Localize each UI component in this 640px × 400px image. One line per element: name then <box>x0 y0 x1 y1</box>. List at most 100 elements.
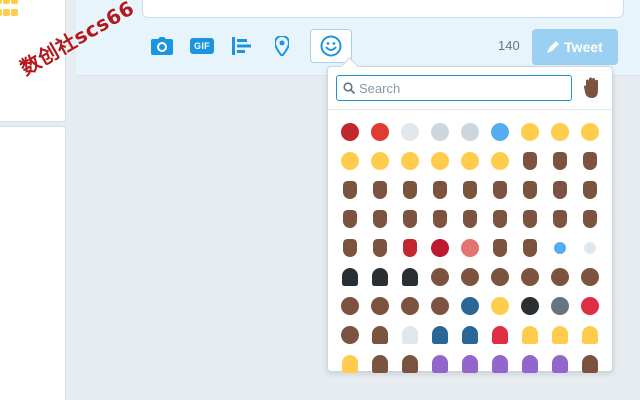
emoji-option[interactable] <box>456 262 483 291</box>
location-button[interactable] <box>262 29 302 63</box>
emoji-option[interactable] <box>366 204 393 233</box>
emoji-option[interactable] <box>546 262 573 291</box>
emoji-option[interactable] <box>456 349 483 378</box>
emoji-option[interactable] <box>366 233 393 262</box>
gif-button[interactable]: GIF <box>182 29 222 63</box>
emoji-search-input[interactable] <box>359 80 559 96</box>
emoji-option[interactable] <box>426 291 453 320</box>
emoji-option[interactable] <box>426 349 453 378</box>
emoji-option[interactable] <box>336 262 363 291</box>
emoji-option[interactable] <box>336 349 363 378</box>
emoji-option[interactable] <box>576 204 603 233</box>
emoji-option[interactable] <box>456 175 483 204</box>
emoji-option[interactable] <box>366 175 393 204</box>
emoji-option[interactable] <box>396 291 423 320</box>
emoji-option[interactable] <box>486 117 513 146</box>
emoji-option[interactable] <box>396 175 423 204</box>
emoji-option[interactable] <box>576 291 603 320</box>
construction-worker-icon <box>490 296 509 315</box>
emoji-option[interactable] <box>576 262 603 291</box>
tweet-button[interactable]: Tweet <box>532 29 618 65</box>
emoji-button[interactable] <box>310 29 352 63</box>
emoji-option[interactable] <box>546 320 573 349</box>
emoji-option[interactable] <box>546 349 573 378</box>
emoji-option[interactable] <box>366 320 393 349</box>
emoji-option[interactable] <box>456 320 483 349</box>
emoji-option[interactable] <box>576 146 603 175</box>
ok-hand-icon <box>492 180 507 199</box>
emoji-option[interactable] <box>426 262 453 291</box>
emoji-option[interactable] <box>366 146 393 175</box>
emoji-option[interactable] <box>396 146 423 175</box>
emoji-option[interactable] <box>546 204 573 233</box>
emoji-option[interactable] <box>336 175 363 204</box>
emoji-option[interactable] <box>396 262 423 291</box>
emoji-option[interactable] <box>396 320 423 349</box>
emoji-option[interactable] <box>516 349 543 378</box>
emoji-option[interactable] <box>366 262 393 291</box>
emoji-option[interactable] <box>366 291 393 320</box>
emoji-option[interactable] <box>516 204 543 233</box>
emoji-option[interactable] <box>396 233 423 262</box>
emoji-option[interactable] <box>396 349 423 378</box>
skin-tone-selector[interactable] <box>582 76 602 100</box>
photo-button[interactable] <box>142 29 182 63</box>
emoji-option[interactable] <box>516 291 543 320</box>
emoji-option[interactable] <box>426 175 453 204</box>
bunny-dancers-icon <box>521 325 538 344</box>
emoji-option[interactable] <box>426 204 453 233</box>
eyes-icon <box>583 241 596 254</box>
emoji-option[interactable] <box>366 117 393 146</box>
emoji-option[interactable] <box>546 117 573 146</box>
emoji-option[interactable] <box>456 204 483 233</box>
emoji-option[interactable] <box>456 233 483 262</box>
emoji-option[interactable] <box>516 320 543 349</box>
emoji-option[interactable] <box>456 291 483 320</box>
emoji-option[interactable] <box>576 320 603 349</box>
emoji-option[interactable] <box>336 146 363 175</box>
emoji-option[interactable] <box>426 233 453 262</box>
emoji-option[interactable] <box>396 204 423 233</box>
emoji-option[interactable] <box>516 117 543 146</box>
emoji-option[interactable] <box>486 262 513 291</box>
emoji-option[interactable] <box>546 233 573 262</box>
emoji-option[interactable] <box>336 117 363 146</box>
emoji-option[interactable] <box>576 117 603 146</box>
emoji-option[interactable] <box>516 175 543 204</box>
emoji-option[interactable] <box>576 233 603 262</box>
cat-smile-icon <box>520 122 539 141</box>
man-icon <box>520 267 539 286</box>
poll-button[interactable] <box>222 29 262 63</box>
emoji-option[interactable] <box>336 320 363 349</box>
emoji-option[interactable] <box>486 204 513 233</box>
emoji-option[interactable] <box>456 117 483 146</box>
emoji-option[interactable] <box>546 146 573 175</box>
emoji-option[interactable] <box>486 291 513 320</box>
emoji-option[interactable] <box>426 320 453 349</box>
emoji-option[interactable] <box>456 146 483 175</box>
emoji-option[interactable] <box>516 262 543 291</box>
emoji-option[interactable] <box>426 117 453 146</box>
emoji-option[interactable] <box>336 204 363 233</box>
emoji-option[interactable] <box>396 117 423 146</box>
emoji-option[interactable] <box>486 320 513 349</box>
tweet-text-area[interactable] <box>142 0 624 18</box>
emoji-option[interactable] <box>336 291 363 320</box>
emoji-option[interactable] <box>486 146 513 175</box>
emoji-option[interactable] <box>486 349 513 378</box>
emoji-option[interactable] <box>576 349 603 378</box>
emoji-option[interactable] <box>366 349 393 378</box>
emoji-option[interactable] <box>546 291 573 320</box>
emoji-option[interactable] <box>576 175 603 204</box>
wave-icon <box>582 151 597 170</box>
ear-icon <box>492 238 507 257</box>
emoji-option[interactable] <box>486 233 513 262</box>
emoji-option[interactable] <box>486 175 513 204</box>
detective-icon <box>550 296 569 315</box>
emoji-option[interactable] <box>426 146 453 175</box>
emoji-option[interactable] <box>516 233 543 262</box>
emoji-option[interactable] <box>516 146 543 175</box>
emoji-search-box[interactable] <box>336 75 572 101</box>
emoji-option[interactable] <box>336 233 363 262</box>
emoji-option[interactable] <box>546 175 573 204</box>
